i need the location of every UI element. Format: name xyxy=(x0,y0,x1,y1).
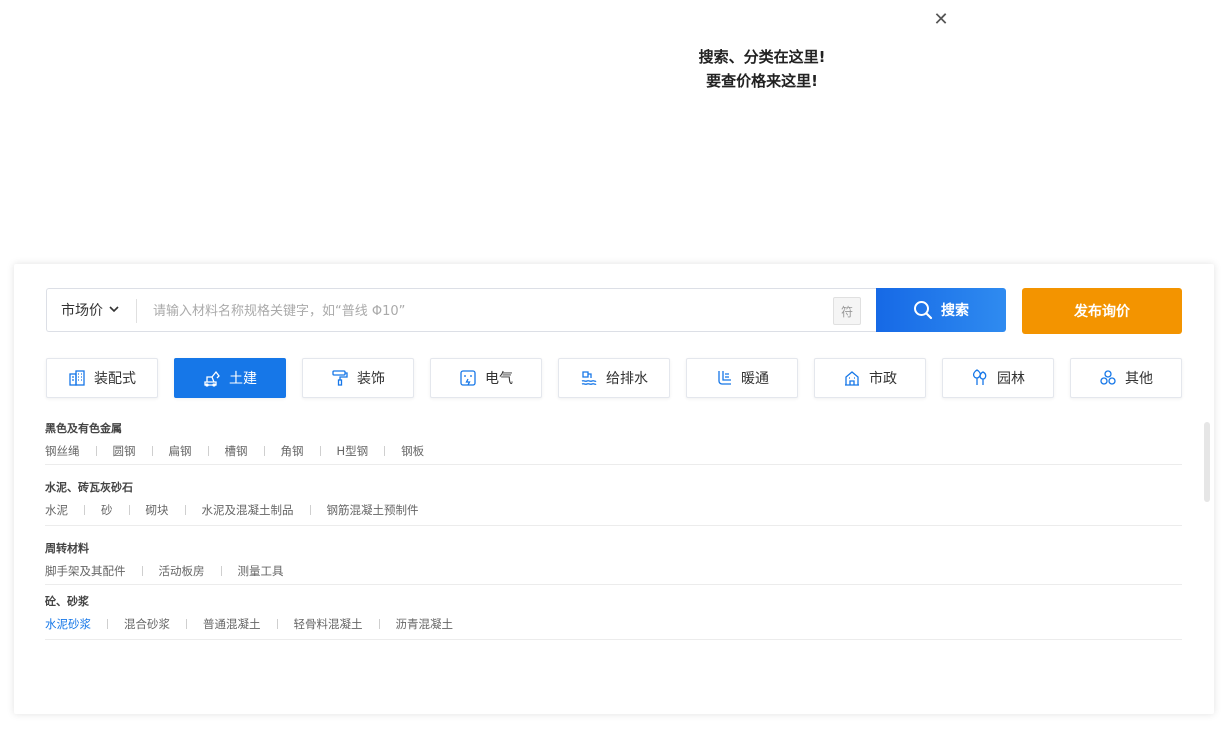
material-link[interactable]: 扁钢 xyxy=(169,444,192,458)
search-panel: 市场价 符 搜索 发布询价 装配式 土建 xyxy=(14,264,1214,714)
guide-tip: 搜索、分类在这里! 要查价格来这里! xyxy=(662,45,862,93)
symbol-button[interactable]: 符 xyxy=(833,297,861,325)
material-link[interactable]: 水泥及混凝土制品 xyxy=(202,503,294,517)
category-label: 其他 xyxy=(1125,371,1153,387)
category-tabs: 装配式 土建 装饰 电气 给排水 暖通 市政 园林 其他 xyxy=(46,358,1182,398)
category-label: 土建 xyxy=(229,371,257,387)
building-icon xyxy=(69,370,85,386)
divider xyxy=(384,446,386,456)
chevron-down-icon xyxy=(109,305,119,316)
divider xyxy=(276,619,278,629)
material-link[interactable]: 普通混凝土 xyxy=(203,617,261,631)
material-link[interactable]: 水泥砂浆 xyxy=(45,617,91,631)
material-link[interactable]: 角钢 xyxy=(281,444,304,458)
divider xyxy=(184,505,186,515)
category-label: 园林 xyxy=(997,371,1025,387)
material-link[interactable]: 轻骨料混凝土 xyxy=(294,617,363,631)
group-items: 钢丝绳 圆钢 扁钢 槽钢 角钢 H型钢 钢板 xyxy=(45,444,1182,458)
material-link[interactable]: 钢筋混凝土预制件 xyxy=(327,503,419,517)
group-title: 水泥、砖瓦灰砂石 xyxy=(45,481,133,494)
material-group: 黑色及有色金属 钢丝绳 圆钢 扁钢 槽钢 角钢 H型钢 钢板 xyxy=(45,414,1182,465)
tree-icon xyxy=(972,369,987,385)
divider xyxy=(136,299,137,323)
category-tab-decoration[interactable]: 装饰 xyxy=(302,358,414,398)
category-label: 市政 xyxy=(869,371,897,387)
material-link[interactable]: 钢板 xyxy=(401,444,424,458)
material-list: 黑色及有色金属 钢丝绳 圆钢 扁钢 槽钢 角钢 H型钢 钢板 水泥、砖瓦灰砂石 xyxy=(45,414,1182,640)
divider xyxy=(84,505,85,515)
divider xyxy=(220,566,222,576)
material-group: 周转材料 脚手架及其配件 活动板房 测量工具 xyxy=(45,526,1182,585)
price-type-select[interactable]: 市场价 xyxy=(47,289,137,331)
material-link[interactable]: 钢丝绳 xyxy=(45,444,80,458)
material-link[interactable]: H型钢 xyxy=(337,444,369,458)
material-link[interactable]: 圆钢 xyxy=(113,444,136,458)
layers-icon xyxy=(1100,370,1116,385)
group-items: 水泥 砂 砌块 水泥及混凝土制品 钢筋混凝土预制件 xyxy=(45,503,1182,517)
search-button[interactable]: 搜索 xyxy=(876,288,1006,332)
material-group: 砼、砂浆 水泥砂浆 混合砂浆 普通混凝土 轻骨料混凝土 沥青混凝土 xyxy=(45,585,1182,640)
excavator-icon xyxy=(204,370,220,387)
close-icon[interactable]: ✕ xyxy=(931,9,951,30)
price-type-label: 市场价 xyxy=(61,303,103,319)
divider xyxy=(95,446,97,456)
divider xyxy=(107,619,108,629)
divider xyxy=(151,446,153,456)
material-link[interactable]: 砌块 xyxy=(146,503,169,517)
material-link[interactable]: 脚手架及其配件 xyxy=(45,564,126,578)
material-link[interactable]: 砂 xyxy=(101,503,113,517)
category-tab-prefab[interactable]: 装配式 xyxy=(46,358,158,398)
guide-tip-line1: 搜索、分类在这里! xyxy=(698,48,826,66)
divider xyxy=(128,505,130,515)
group-items: 脚手架及其配件 活动板房 测量工具 xyxy=(45,564,1182,578)
divider xyxy=(309,505,311,515)
category-tab-civil[interactable]: 土建 xyxy=(174,358,286,398)
category-label: 电气 xyxy=(485,371,513,387)
group-items: 水泥砂浆 混合砂浆 普通混凝土 轻骨料混凝土 沥青混凝土 xyxy=(45,617,1182,631)
category-tab-other[interactable]: 其他 xyxy=(1070,358,1182,398)
divider xyxy=(186,619,187,629)
divider xyxy=(378,619,380,629)
category-label: 给排水 xyxy=(606,371,648,387)
city-building-icon xyxy=(845,371,859,386)
guide-tip-line2: 要查价格来这里! xyxy=(706,72,818,90)
material-link[interactable]: 槽钢 xyxy=(225,444,248,458)
divider xyxy=(207,446,209,456)
material-link[interactable]: 测量工具 xyxy=(238,564,284,578)
divider xyxy=(263,446,265,456)
category-label: 暖通 xyxy=(741,371,769,387)
divider xyxy=(319,446,321,456)
scrollbar[interactable] xyxy=(1204,422,1210,502)
socket-icon xyxy=(460,370,476,386)
material-link[interactable]: 混合砂浆 xyxy=(124,617,170,631)
category-tab-hvac[interactable]: 暖通 xyxy=(686,358,798,398)
water-icon xyxy=(581,371,597,385)
group-title: 砼、砂浆 xyxy=(45,595,89,608)
pipe-icon xyxy=(718,371,731,385)
publish-inquiry-button[interactable]: 发布询价 xyxy=(1022,288,1182,334)
category-label: 装配式 xyxy=(94,371,136,387)
category-tab-plumbing[interactable]: 给排水 xyxy=(558,358,670,398)
search-button-label: 搜索 xyxy=(941,303,969,319)
category-tab-landscape[interactable]: 园林 xyxy=(942,358,1054,398)
search-bar: 市场价 符 xyxy=(46,288,876,333)
category-label: 装饰 xyxy=(357,371,385,387)
category-tab-municipal[interactable]: 市政 xyxy=(814,358,926,398)
material-link[interactable]: 沥青混凝土 xyxy=(396,617,454,631)
material-group: 水泥、砖瓦灰砂石 水泥 砂 砌块 水泥及混凝土制品 钢筋混凝土预制件 xyxy=(45,465,1182,526)
category-tab-electrical[interactable]: 电气 xyxy=(430,358,542,398)
divider xyxy=(141,566,143,576)
group-title: 黑色及有色金属 xyxy=(45,422,122,435)
search-input[interactable] xyxy=(143,289,825,333)
paint-roller-icon xyxy=(332,370,348,386)
search-icon xyxy=(914,301,933,320)
group-title: 周转材料 xyxy=(45,542,89,555)
material-link[interactable]: 活动板房 xyxy=(159,564,205,578)
material-link[interactable]: 水泥 xyxy=(45,503,68,517)
